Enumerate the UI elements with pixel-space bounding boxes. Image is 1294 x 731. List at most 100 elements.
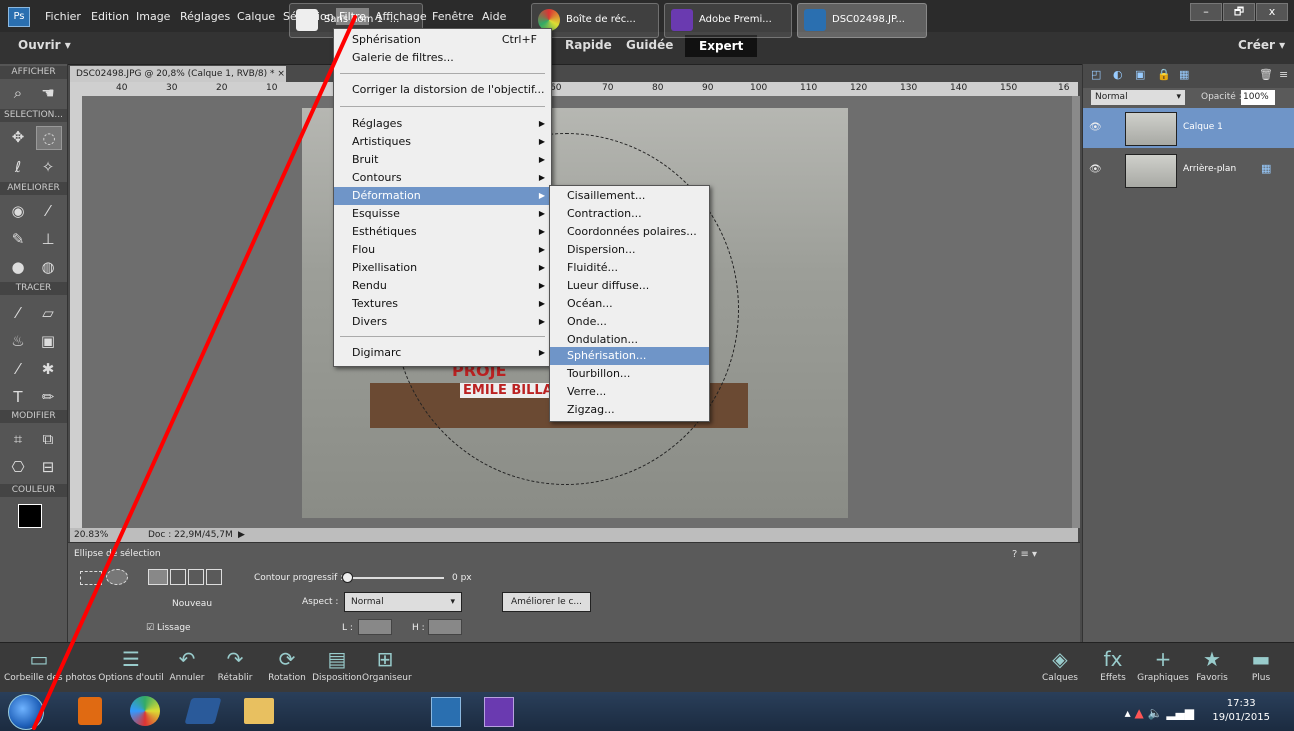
undo-button[interactable]: ↶ Annuler	[166, 643, 208, 693]
menu-item-flou[interactable]: Flou ▶	[334, 241, 551, 259]
submenu-item[interactable]: Cisaillement...	[550, 187, 709, 205]
magic-wand-icon[interactable]: ✧	[36, 156, 60, 178]
adjustment-layer-icon[interactable]: ◐	[1113, 68, 1123, 81]
document-tab[interactable]: DSC02498.JPG @ 20,8% (Calque 1, RVB/8) *…	[70, 66, 286, 82]
help-icon[interactable]: ? ≡ ▾	[1012, 549, 1037, 560]
vertical-scrollbar[interactable]	[1072, 96, 1080, 528]
submenu-item[interactable]: Verre...	[550, 383, 709, 401]
menu-reglages[interactable]: Réglages	[180, 10, 230, 23]
menu-item-bruit[interactable]: Bruit ▶	[334, 151, 551, 169]
zoom-icon[interactable]: ⌕	[6, 82, 30, 104]
alert-icon[interactable]: ▲	[1134, 706, 1143, 720]
submenu-item[interactable]: Dispersion...	[550, 241, 709, 259]
menu-item-digimarc[interactable]: Digimarc ▶	[334, 344, 551, 362]
submenu-item[interactable]: Océan...	[550, 295, 709, 313]
submenu-item[interactable]: Coordonnées polaires...	[550, 223, 709, 241]
menu-edition[interactable]: Edition	[91, 10, 129, 23]
more-button[interactable]: ▬ Plus	[1246, 643, 1276, 693]
move-icon[interactable]: ✥	[6, 126, 30, 148]
smart-brush-icon[interactable]: ✎	[6, 228, 30, 250]
graphics-button[interactable]: + Graphiques	[1136, 643, 1190, 693]
submenu-item[interactable]: Zigzag...	[550, 401, 709, 419]
ellipse-marquee-option-icon[interactable]	[106, 569, 128, 585]
menu-item-deformation[interactable]: Déformation ▶	[334, 187, 551, 205]
minimize-button[interactable]: –	[1190, 3, 1222, 21]
straighten-icon[interactable]: ⊟	[36, 456, 60, 478]
photoshop-elements-icon[interactable]	[431, 697, 461, 727]
premiere-elements-icon[interactable]	[484, 697, 514, 727]
maximize-button[interactable]: 🗗	[1223, 3, 1255, 21]
photo-bin-button[interactable]: ▭ Corbeille des photos	[4, 643, 96, 693]
ellipse-marquee-icon[interactable]: ◌	[36, 126, 62, 150]
width-input[interactable]	[358, 619, 392, 635]
menu-fenetre[interactable]: Fenêtre	[432, 10, 474, 23]
volume-icon[interactable]: 🔈	[1148, 706, 1163, 720]
menu-fichier[interactable]: Fichier	[45, 10, 81, 23]
tool-options-button[interactable]: ☰ Options d'outil	[96, 643, 166, 693]
content-aware-move-icon[interactable]: ⎔	[6, 456, 30, 478]
menu-item-esquisse[interactable]: Esquisse ▶	[334, 205, 551, 223]
lock-icon[interactable]: 🔒	[1157, 68, 1171, 81]
submenu-item[interactable]: Onde...	[550, 313, 709, 331]
recompose-icon[interactable]: ⧉	[36, 428, 60, 450]
menu-item-reglages[interactable]: Réglages ▶	[334, 115, 551, 133]
submenu-item[interactable]: Contraction...	[550, 205, 709, 223]
folder-icon[interactable]	[244, 698, 274, 724]
foreground-color-swatch[interactable]	[18, 504, 42, 528]
blend-mode-select[interactable]: Normal ▾	[1091, 90, 1185, 105]
menu-aide[interactable]: Aide	[482, 10, 506, 23]
favorites-button[interactable]: ★ Favoris	[1194, 643, 1230, 693]
menu-item-filter-gallery[interactable]: Galerie de filtres...	[334, 49, 551, 67]
taskbar-button[interactable]: Adobe Premi...	[664, 3, 792, 38]
close-icon[interactable]: ×	[277, 69, 285, 79]
lock-transparency-icon[interactable]: ▦	[1179, 68, 1189, 81]
menu-item-pixellisation[interactable]: Pixellisation ▶	[334, 259, 551, 277]
rect-marquee-icon[interactable]	[80, 571, 102, 585]
eraser-icon[interactable]: ▱	[36, 302, 60, 324]
eyedropper-icon[interactable]: ⁄	[6, 358, 30, 380]
clock[interactable]: 17:33 19/01/2015	[1212, 697, 1270, 725]
ameliorer-button[interactable]: Améliorer le c...	[502, 592, 591, 612]
brush-icon[interactable]: ⁄	[6, 302, 30, 324]
mode-rapide[interactable]: Rapide	[565, 38, 612, 52]
visibility-icon[interactable]: 👁	[1089, 122, 1102, 133]
menu-item-correct-distortion[interactable]: Corriger la distorsion de l'objectif...	[334, 81, 551, 99]
layers-button[interactable]: ◈ Calques	[1038, 643, 1082, 693]
windows-start-icon[interactable]	[8, 694, 44, 730]
organizer-button[interactable]: ⊞ Organiseur	[362, 643, 412, 693]
clone-stamp-icon[interactable]: ⊥	[36, 228, 60, 250]
layout-button[interactable]: ▤ Disposition	[312, 643, 362, 693]
opacity-input[interactable]: 100%	[1241, 90, 1275, 105]
height-input[interactable]	[428, 619, 462, 635]
pencil-icon[interactable]: ✏	[36, 386, 60, 408]
paint-bucket-icon[interactable]: ♨	[6, 330, 30, 352]
menu-image[interactable]: Image	[136, 10, 170, 23]
taskbar-button[interactable]: DSC02498.JP...	[797, 3, 927, 38]
layer-row[interactable]: 👁 Calque 1	[1083, 108, 1294, 148]
submenu-item-spherisation[interactable]: Sphérisation...	[550, 347, 709, 365]
crop-icon[interactable]: ⌗	[6, 428, 30, 450]
aspect-select[interactable]: Normal ▾	[344, 592, 462, 612]
new-layer-icon[interactable]: ◰	[1091, 68, 1101, 81]
open-button[interactable]: Ouvrir ▾	[18, 38, 71, 52]
add-selection-icon[interactable]	[170, 569, 186, 585]
signal-icon[interactable]: ▂▄▆	[1166, 706, 1194, 720]
submenu-item[interactable]: Tourbillon...	[550, 365, 709, 383]
sponge-icon[interactable]: ◍	[36, 256, 60, 278]
menu-calque[interactable]: Calque	[237, 10, 275, 23]
trash-icon[interactable]: 🗑	[1259, 68, 1273, 81]
effects-button[interactable]: fx Effets	[1096, 643, 1130, 693]
lasso-icon[interactable]: ℓ	[6, 156, 30, 178]
redo-button[interactable]: ↷ Rétablir	[214, 643, 256, 693]
mask-icon[interactable]: ▣	[1135, 68, 1145, 81]
slider-handle[interactable]	[342, 572, 353, 583]
menu-item-artistiques[interactable]: Artistiques ▶	[334, 133, 551, 151]
menu-item-rendu[interactable]: Rendu ▶	[334, 277, 551, 295]
contour-slider[interactable]	[344, 577, 444, 579]
media-player-icon[interactable]	[78, 697, 102, 725]
subtract-selection-icon[interactable]	[188, 569, 204, 585]
mode-guidee[interactable]: Guidée	[626, 38, 673, 52]
visibility-icon[interactable]: 👁	[1089, 164, 1102, 175]
close-button[interactable]: x	[1256, 3, 1288, 21]
intersect-selection-icon[interactable]	[206, 569, 222, 585]
